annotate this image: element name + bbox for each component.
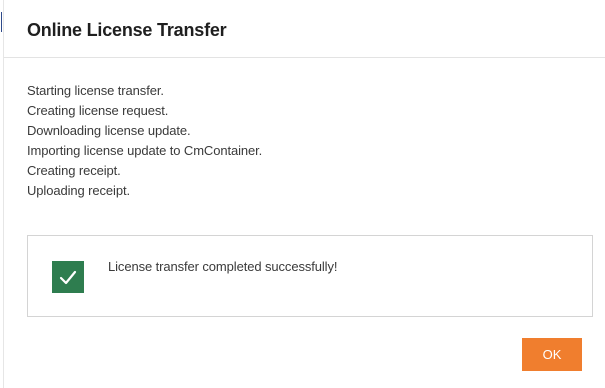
log-line: Creating receipt. [27, 163, 121, 178]
check-icon [52, 261, 84, 293]
window-edge [0, 0, 4, 388]
dialog-title: Online License Transfer [27, 20, 227, 40]
dialog-header: Online License Transfer [4, 0, 605, 58]
log-line: Importing license update to CmContainer. [27, 143, 263, 158]
license-transfer-dialog: Online License Transfer Starting license… [0, 0, 605, 388]
result-message: License transfer completed successfully! [108, 259, 338, 274]
log-line: Downloading license update. [27, 123, 191, 138]
log-line: Uploading receipt. [27, 183, 130, 198]
log-line: Starting license transfer. [27, 83, 164, 98]
log-line: Creating license request. [27, 103, 169, 118]
result-panel: License transfer completed successfully! [27, 235, 593, 317]
ok-button[interactable]: OK [522, 338, 582, 371]
transfer-log: Starting license transfer. Creating lice… [27, 81, 262, 201]
